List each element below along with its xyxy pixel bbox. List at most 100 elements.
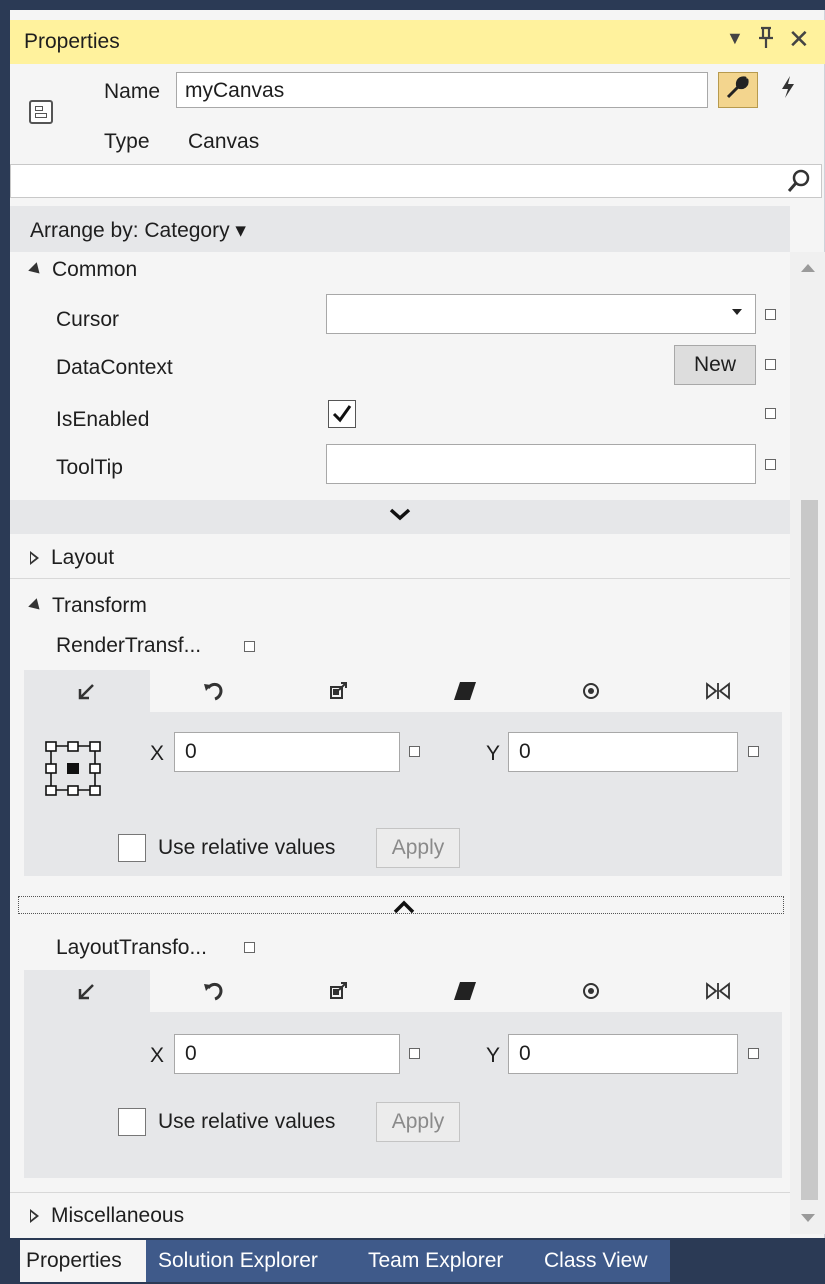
x-label: X bbox=[150, 1044, 165, 1067]
cursor-combobox[interactable] bbox=[326, 294, 756, 334]
tab-scale[interactable] bbox=[276, 670, 402, 712]
tab-class-view[interactable]: Class View bbox=[538, 1240, 653, 1282]
rotate-icon bbox=[204, 982, 223, 1001]
x-label: X bbox=[150, 742, 165, 765]
translate-icon bbox=[78, 984, 94, 1000]
category-common-title: Common bbox=[52, 258, 138, 281]
chevron-down-icon[interactable] bbox=[388, 504, 412, 530]
property-marker-icon[interactable] bbox=[765, 408, 776, 419]
use-relative-values-label: Use relative values bbox=[158, 836, 336, 859]
search-icon[interactable] bbox=[784, 166, 814, 196]
tab-skew[interactable] bbox=[402, 970, 528, 1012]
expand-triangle-icon bbox=[30, 551, 39, 566]
wrench-icon bbox=[725, 74, 751, 106]
search-input[interactable] bbox=[10, 164, 822, 198]
chevron-up-icon[interactable] bbox=[392, 896, 416, 920]
window-frame bbox=[0, 0, 825, 10]
property-marker-icon[interactable] bbox=[409, 1048, 420, 1059]
tab-team-explorer[interactable]: Team Explorer bbox=[362, 1240, 509, 1282]
use-relative-values-checkbox[interactable] bbox=[118, 834, 146, 862]
cursor-label: Cursor bbox=[56, 308, 120, 331]
property-marker-icon[interactable] bbox=[765, 359, 776, 370]
apply-button[interactable]: Apply bbox=[376, 828, 460, 868]
category-common[interactable]: Common bbox=[28, 258, 138, 282]
skew-icon bbox=[454, 982, 476, 1000]
translate-panel: X 0 Y 0 Use relative values Apply bbox=[24, 712, 782, 876]
category-transform-title: Transform bbox=[52, 594, 147, 617]
layout-translate-x-input[interactable]: 0 bbox=[174, 1034, 400, 1074]
close-icon[interactable]: ✕ bbox=[788, 24, 810, 55]
property-marker-icon[interactable] bbox=[244, 942, 255, 953]
layouttransform-tabs bbox=[24, 970, 782, 1012]
category-miscellaneous-title: Miscellaneous bbox=[51, 1204, 185, 1227]
layouttransform-label: LayoutTransfo... bbox=[56, 936, 207, 959]
layout-translate-panel: X 0 Y 0 Use relative values Apply bbox=[24, 1012, 782, 1178]
new-datacontext-button[interactable]: New bbox=[674, 345, 756, 385]
tab-center-point[interactable] bbox=[528, 970, 654, 1012]
category-layout[interactable]: Layout bbox=[30, 546, 114, 570]
property-marker-icon[interactable] bbox=[748, 746, 759, 757]
panel-title-bar[interactable]: Properties ▼ ✕ bbox=[10, 20, 825, 64]
scroll-down-icon[interactable] bbox=[798, 1208, 818, 1228]
name-input[interactable]: myCanvas bbox=[176, 72, 708, 108]
rotate-icon bbox=[204, 682, 223, 701]
layout-translate-y-input[interactable]: 0 bbox=[508, 1034, 738, 1074]
properties-view-button[interactable] bbox=[718, 72, 758, 108]
tab-properties[interactable]: Properties bbox=[20, 1240, 146, 1282]
chevron-down-icon[interactable] bbox=[730, 305, 744, 324]
type-value: Canvas bbox=[188, 130, 260, 153]
collapse-triangle-icon bbox=[28, 598, 44, 615]
tab-rotate[interactable] bbox=[150, 970, 276, 1012]
skew-icon bbox=[454, 682, 476, 700]
flip-icon bbox=[706, 682, 730, 700]
isenabled-checkbox[interactable] bbox=[328, 400, 356, 428]
divider bbox=[10, 1192, 790, 1193]
tooltip-input[interactable] bbox=[326, 444, 756, 484]
tab-center-point[interactable] bbox=[528, 670, 654, 712]
tooltip-label: ToolTip bbox=[56, 456, 123, 479]
tab-flip[interactable] bbox=[654, 970, 782, 1012]
y-label: Y bbox=[486, 742, 501, 765]
center-point-icon bbox=[583, 683, 599, 699]
divider bbox=[10, 578, 790, 579]
tab-scale[interactable] bbox=[276, 970, 402, 1012]
translate-x-input[interactable]: 0 bbox=[174, 732, 400, 772]
scroll-up-icon[interactable] bbox=[798, 258, 818, 278]
anchor-point-icon[interactable] bbox=[42, 738, 106, 800]
y-label: Y bbox=[486, 1044, 501, 1067]
events-view-button[interactable] bbox=[768, 72, 808, 108]
category-miscellaneous[interactable]: Miscellaneous bbox=[30, 1204, 184, 1228]
rendertransform-label: RenderTransf... bbox=[56, 634, 202, 657]
property-marker-icon[interactable] bbox=[765, 309, 776, 320]
flip-icon bbox=[706, 982, 730, 1000]
tab-translate[interactable] bbox=[24, 970, 150, 1012]
use-relative-values-label: Use relative values bbox=[158, 1110, 336, 1133]
collapse-triangle-icon bbox=[28, 262, 44, 279]
property-marker-icon[interactable] bbox=[244, 641, 255, 652]
property-marker-icon[interactable] bbox=[748, 1048, 759, 1059]
panel-title: Properties bbox=[24, 30, 120, 53]
scrollbar-thumb[interactable] bbox=[801, 500, 818, 1200]
use-relative-values-checkbox[interactable] bbox=[118, 1108, 146, 1136]
tab-solution-explorer[interactable]: Solution Explorer bbox=[152, 1240, 324, 1282]
canvas-icon bbox=[29, 100, 53, 124]
property-marker-icon[interactable] bbox=[765, 459, 776, 470]
isenabled-label: IsEnabled bbox=[56, 408, 150, 431]
translate-y-input[interactable]: 0 bbox=[508, 732, 738, 772]
type-label: Type bbox=[104, 130, 150, 153]
apply-button[interactable]: Apply bbox=[376, 1102, 460, 1142]
expand-triangle-icon bbox=[30, 1209, 39, 1224]
tab-rotate[interactable] bbox=[150, 670, 276, 712]
tab-flip[interactable] bbox=[654, 670, 782, 712]
property-marker-icon[interactable] bbox=[409, 746, 420, 757]
category-transform[interactable]: Transform bbox=[28, 594, 147, 618]
window-menu-dropdown-icon[interactable]: ▼ bbox=[726, 28, 744, 49]
tab-translate[interactable] bbox=[24, 670, 150, 712]
name-label: Name bbox=[104, 80, 161, 103]
translate-icon bbox=[78, 684, 94, 700]
pin-icon[interactable] bbox=[755, 24, 777, 59]
rendertransform-tabs bbox=[24, 670, 782, 712]
arrange-by-dropdown[interactable]: Arrange by: Category ▾ bbox=[30, 218, 246, 243]
center-point-icon bbox=[583, 983, 599, 999]
tab-skew[interactable] bbox=[402, 670, 528, 712]
